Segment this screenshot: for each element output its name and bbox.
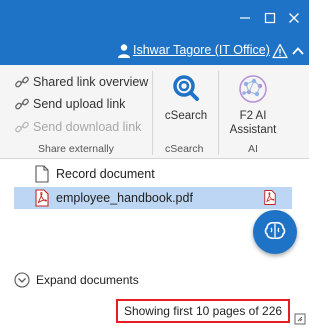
ribbon-divider — [152, 71, 153, 155]
send-upload-link-label: Send upload link — [33, 97, 126, 111]
csearch-button[interactable]: cSearch — [158, 73, 214, 123]
user-row: Ishwar Tagore (IT Office) — [0, 41, 309, 61]
ai-button-label-line1: F2 AI — [239, 110, 267, 122]
ai-button-label-line2: Assistant — [229, 124, 277, 136]
title-bar: Ishwar Tagore (IT Office) — [0, 0, 309, 65]
send-upload-link-button[interactable]: Send upload link — [14, 96, 125, 112]
csearch-group-label: cSearch — [165, 143, 204, 155]
minimize-icon[interactable] — [235, 8, 255, 28]
f2-ai-assistant-button[interactable]: F2 AI Assistant — [222, 73, 284, 137]
page-count-status: Showing first 10 pages of 226 — [116, 299, 290, 323]
ai-group-label: AI — [248, 143, 258, 155]
list-item[interactable]: Record document — [14, 163, 292, 185]
user-icon — [117, 43, 131, 59]
ribbon-divider — [218, 71, 219, 155]
chevron-down-circle-icon — [14, 272, 30, 288]
document-icon — [34, 165, 50, 183]
close-icon[interactable] — [284, 8, 304, 28]
pdf-icon — [34, 189, 50, 207]
maximize-icon[interactable] — [260, 8, 280, 28]
shared-link-overview-button[interactable]: Shared link overview — [14, 74, 148, 90]
shared-link-overview-label: Shared link overview — [33, 75, 149, 89]
shared-link-icon — [14, 74, 30, 90]
expand-documents-button[interactable]: Expand documents — [14, 270, 139, 290]
document-name: employee_handbook.pdf — [56, 191, 193, 205]
ai-brain-icon — [263, 220, 287, 245]
warning-icon[interactable] — [272, 43, 288, 59]
csearch-icon — [158, 73, 214, 105]
ribbon-toolbar: Shared link overview Send upload link Se… — [0, 65, 309, 159]
user-account-link[interactable]: Ishwar Tagore (IT Office) — [133, 43, 270, 57]
expand-documents-label: Expand documents — [36, 273, 139, 287]
pdf-icon[interactable] — [263, 189, 277, 206]
send-download-link-button[interactable]: Send download link — [14, 119, 141, 135]
chevron-up-icon[interactable] — [291, 44, 305, 58]
upload-link-icon — [14, 96, 30, 112]
list-item[interactable]: employee_handbook.pdf — [14, 187, 292, 209]
download-link-icon — [14, 119, 30, 135]
resize-grip-icon[interactable] — [294, 313, 306, 325]
ai-assistant-fab-button[interactable] — [253, 210, 297, 254]
document-name: Record document — [56, 167, 155, 181]
csearch-button-label: cSearch — [164, 110, 208, 122]
send-download-link-label: Send download link — [33, 120, 142, 134]
share-externally-group-label: Share externally — [38, 143, 114, 155]
ai-brain-icon — [222, 73, 284, 105]
